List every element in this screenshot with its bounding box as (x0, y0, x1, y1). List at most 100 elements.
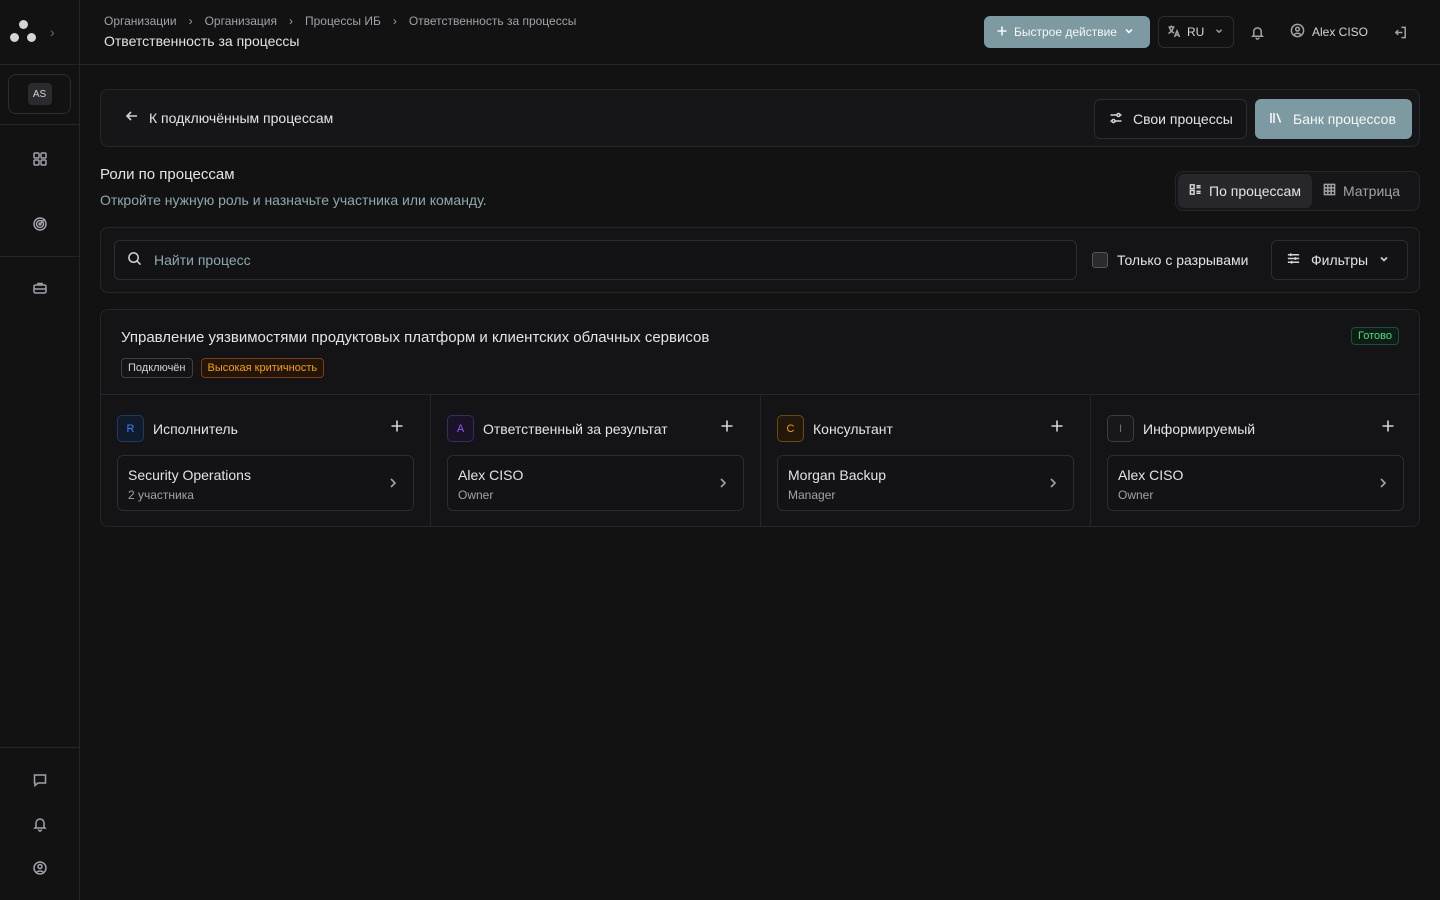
filters-button[interactable]: Фильтры (1271, 240, 1408, 280)
role-letter-badge: R (117, 415, 144, 442)
role-column-informed: I Информируемый Alex CISO Owner (1091, 395, 1419, 526)
chevron-down-icon (1378, 252, 1390, 268)
assignee-name: Morgan Backup (788, 467, 887, 483)
plus-icon (996, 25, 1008, 40)
own-processes-label: Свои процессы (1133, 111, 1233, 127)
filter-sliders-icon (1286, 251, 1301, 269)
view-by-process-tab[interactable]: По процессам (1178, 174, 1312, 208)
role-label: Ответственный за результат (483, 420, 668, 437)
language-label: RU (1186, 25, 1205, 39)
chevron-right-icon (1377, 476, 1389, 493)
assignee-detail: Owner (458, 488, 494, 502)
role-label: Исполнитель (153, 420, 238, 437)
page-title: Ответственность за процессы (104, 33, 300, 49)
breadcrumb-item[interactable]: Организации (104, 14, 177, 28)
process-toolbar: К подключённым процессам Свои процессы Б… (100, 89, 1420, 147)
role-label: Консультант (813, 420, 893, 437)
breadcrumb-item[interactable]: Организация (205, 14, 277, 28)
role-column-responsible: R Исполнитель Security Operations 2 учас… (101, 395, 431, 526)
user-name: Alex CISO (1311, 25, 1368, 39)
process-card: Управление уязвимостями продуктовых плат… (100, 309, 1420, 527)
assignee-name: Alex CISO (1118, 467, 1184, 483)
criticality-tag: Высокая критичность (200, 358, 325, 378)
assignee-detail: 2 участника (128, 488, 194, 502)
role-column-accountable: A Ответственный за результат Alex CISO O… (431, 395, 761, 526)
chevron-right-icon[interactable]: › (50, 24, 55, 40)
add-assignee-plus-icon[interactable] (720, 419, 736, 435)
process-title: Управление уязвимостями продуктовых плат… (121, 329, 710, 346)
workspace-switcher[interactable]: AS (8, 74, 71, 114)
only-gaps-checkbox[interactable] (1092, 252, 1108, 268)
chevron-right-icon (1047, 476, 1059, 493)
add-assignee-plus-icon[interactable] (1050, 419, 1066, 435)
target-icon[interactable] (28, 212, 52, 236)
logo-icon (10, 20, 38, 44)
grid-icon (1323, 183, 1336, 199)
back-to-connected-link[interactable]: К подключённым процессам (125, 109, 333, 126)
search-input[interactable] (154, 252, 1054, 268)
view-toggle: По процессам Матрица (1175, 171, 1420, 211)
role-letter-badge: A (447, 415, 474, 442)
app-logo[interactable]: › (0, 0, 79, 64)
process-bank-button[interactable]: Банк процессов (1255, 99, 1412, 139)
view-matrix-tab[interactable]: Матрица (1312, 174, 1411, 208)
chevron-right-icon: › (392, 14, 397, 28)
assignee-detail: Owner (1118, 488, 1154, 502)
role-assignee-card[interactable]: Alex CISO Owner (447, 455, 744, 511)
process-bank-label: Банк процессов (1293, 111, 1396, 127)
connected-tag: Подключён (121, 358, 193, 378)
quick-action-button[interactable]: Быстрое действие (983, 16, 1150, 48)
assignee-name: Security Operations (128, 467, 251, 483)
process-tags: Подключён Высокая критичность (121, 358, 325, 378)
sliders-icon (1109, 111, 1123, 128)
chevron-right-icon: › (188, 14, 193, 28)
add-assignee-plus-icon[interactable] (1381, 419, 1397, 435)
role-label: Информируемый (1143, 420, 1256, 437)
bell-icon[interactable] (28, 812, 52, 836)
logout-icon[interactable] (1384, 16, 1416, 48)
role-assignee-card[interactable]: Alex CISO Owner (1107, 455, 1404, 511)
role-letter-badge: C (777, 415, 804, 442)
language-select[interactable]: RU (1157, 16, 1234, 48)
search-field (114, 240, 1077, 280)
translate-icon (1167, 24, 1181, 41)
chevron-right-icon: › (288, 14, 293, 28)
roles-row: R Исполнитель Security Operations 2 учас… (101, 394, 1419, 526)
list-icon (1189, 183, 1202, 199)
only-gaps-toggle[interactable]: Только с разрывами (1092, 252, 1248, 268)
section-subtitle: Откройте нужную роль и назначьте участни… (100, 192, 487, 208)
role-assignee-card[interactable]: Security Operations 2 участника (117, 455, 414, 511)
back-label: К подключённым процессам (149, 109, 334, 126)
notifications-bell-icon[interactable] (1242, 16, 1274, 48)
role-column-consulted: C Консультант Morgan Backup Manager (761, 395, 1091, 526)
chevron-down-icon (1214, 25, 1224, 39)
sidebar: › AS (0, 0, 80, 900)
assignee-detail: Manager (788, 488, 836, 502)
view-by-process-label: По процессам (1209, 183, 1301, 199)
top-header: Организации › Организация › Процессы ИБ … (80, 0, 1440, 65)
add-assignee-plus-icon[interactable] (390, 419, 406, 435)
breadcrumb: Организации › Организация › Процессы ИБ … (104, 14, 576, 28)
dashboard-icon[interactable] (28, 147, 52, 171)
role-letter-badge: I (1107, 415, 1134, 442)
own-processes-button[interactable]: Свои процессы (1094, 99, 1247, 139)
section-title: Роли по процессам (100, 166, 235, 183)
role-assignee-card[interactable]: Morgan Backup Manager (777, 455, 1074, 511)
breadcrumb-item: Ответственность за процессы (408, 14, 577, 28)
breadcrumb-item[interactable]: Процессы ИБ (305, 14, 381, 28)
chevron-right-icon (717, 476, 729, 493)
assignee-name: Alex CISO (458, 467, 524, 483)
chat-icon[interactable] (28, 768, 52, 792)
chevron-right-icon (387, 476, 399, 493)
user-menu[interactable]: Alex CISO (1282, 16, 1376, 48)
briefcase-icon[interactable] (28, 276, 52, 300)
arrow-left-icon (125, 109, 139, 126)
view-matrix-label: Матрица (1342, 183, 1401, 199)
search-icon (127, 251, 142, 269)
library-icon (1269, 111, 1283, 128)
user-circle-icon (1290, 23, 1305, 41)
user-circle-icon[interactable] (28, 856, 52, 880)
status-badge: Готово (1351, 327, 1399, 345)
avatar: AS (27, 83, 52, 105)
chevron-down-icon (1123, 25, 1135, 40)
